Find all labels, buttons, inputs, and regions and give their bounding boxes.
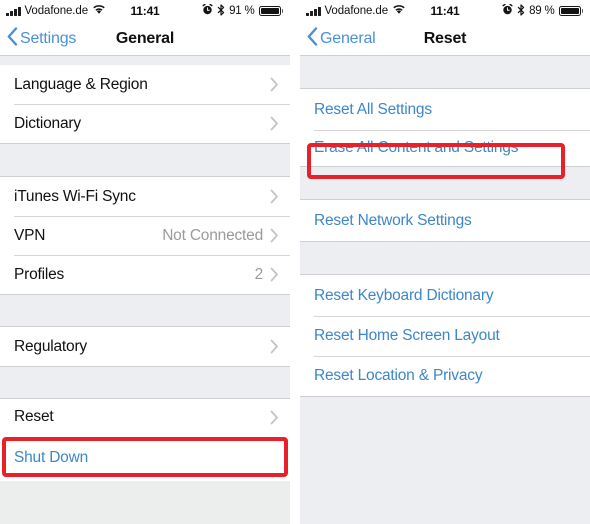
left-status-bar: Vodafone.de 11:41 91 % xyxy=(0,0,290,22)
battery-icon xyxy=(558,6,583,16)
row-language-and-region[interactable]: Language & Region xyxy=(0,65,290,104)
back-button-label: Settings xyxy=(20,29,77,47)
chevron-right-icon xyxy=(270,189,279,204)
settings-group-3: Regulatory xyxy=(0,327,290,366)
dual-screenshot-container: Vodafone.de 11:41 91 % Settings General … xyxy=(0,0,590,524)
wifi-icon xyxy=(392,4,406,18)
row-label: Reset Network Settings xyxy=(314,211,472,229)
row-vpn[interactable]: VPN Not Connected xyxy=(0,216,290,255)
right-reset-list[interactable]: Reset All Settings Erase All Content and… xyxy=(300,56,590,524)
status-bar-right: 91 % xyxy=(202,3,283,19)
signal-bars-icon xyxy=(6,6,21,16)
row-reset-home-screen-layout[interactable]: Reset Home Screen Layout xyxy=(300,316,590,356)
chevron-right-icon xyxy=(270,267,279,282)
group-separator xyxy=(0,366,290,399)
right-nav-bar: General Reset xyxy=(300,22,590,56)
row-erase-all-content-and-settings[interactable]: Erase All Content and Settings xyxy=(300,130,590,166)
row-label: Language & Region xyxy=(14,75,148,93)
group-separator xyxy=(300,241,590,275)
left-nav-bar: Settings General xyxy=(0,22,290,56)
row-reset-location-and-privacy[interactable]: Reset Location & Privacy xyxy=(300,356,590,396)
row-dictionary[interactable]: Dictionary xyxy=(0,104,290,143)
row-itunes-wifi-sync[interactable]: iTunes Wi-Fi Sync xyxy=(0,177,290,216)
row-label: Reset All Settings xyxy=(314,100,432,118)
row-reset-network-settings[interactable]: Reset Network Settings xyxy=(300,200,590,241)
row-label: Reset Home Screen Layout xyxy=(314,327,500,344)
row-label: VPN xyxy=(14,226,46,244)
chevron-right-icon xyxy=(270,410,279,425)
alarm-clock-icon xyxy=(502,3,513,18)
left-phone-screen: Vodafone.de 11:41 91 % Settings General … xyxy=(0,0,290,524)
reset-group-1: Reset All Settings Erase All Content and… xyxy=(300,89,590,166)
row-profiles[interactable]: Profiles 2 xyxy=(0,255,290,294)
row-label: Reset Location & Privacy xyxy=(314,367,483,384)
wifi-icon xyxy=(92,4,106,18)
row-label: Shut Down xyxy=(14,449,89,466)
status-bar-left: Vodafone.de xyxy=(306,4,406,18)
group-separator xyxy=(300,56,590,89)
row-label: Reset xyxy=(14,408,54,425)
back-button-general[interactable]: General xyxy=(300,26,376,51)
back-button-settings[interactable]: Settings xyxy=(0,26,77,51)
row-regulatory[interactable]: Regulatory xyxy=(0,327,290,366)
status-bar-left: Vodafone.de xyxy=(6,4,106,18)
settings-group-4: Reset xyxy=(0,399,290,435)
chevron-right-icon xyxy=(270,339,279,354)
carrier-label: Vodafone.de xyxy=(24,5,89,17)
group-separator xyxy=(0,143,290,177)
battery-percent-label: 89 % xyxy=(529,5,555,17)
group-separator xyxy=(300,166,590,200)
chevron-left-icon xyxy=(307,26,318,51)
group-separator xyxy=(0,294,290,327)
right-status-bar: Vodafone.de 11:41 89 % xyxy=(300,0,590,22)
row-label: Reset Keyboard Dictionary xyxy=(314,286,494,304)
reset-group-2: Reset Network Settings xyxy=(300,200,590,241)
row-value-vpn-status: Not Connected xyxy=(162,226,263,244)
chevron-left-icon xyxy=(7,26,18,51)
status-bar-right: 89 % xyxy=(502,3,583,19)
chevron-right-icon xyxy=(270,116,279,131)
screen-divider xyxy=(290,0,300,524)
chevron-right-icon xyxy=(270,228,279,243)
left-settings-list[interactable]: Language & Region Dictionary iTunes Wi-F… xyxy=(0,56,290,524)
row-reset-keyboard-dictionary[interactable]: Reset Keyboard Dictionary xyxy=(300,275,590,316)
battery-icon xyxy=(258,6,283,16)
settings-group-2: iTunes Wi-Fi Sync VPN Not Connected Prof… xyxy=(0,177,290,294)
chevron-right-icon xyxy=(270,77,279,92)
reset-group-3: Reset Keyboard Dictionary Reset Home Scr… xyxy=(300,275,590,396)
right-phone-screen: Vodafone.de 11:41 89 % General Reset Res… xyxy=(300,0,590,524)
row-label: Regulatory xyxy=(14,337,87,355)
bluetooth-icon xyxy=(217,3,225,19)
settings-group-5: Shut Down xyxy=(0,435,290,481)
settings-group-1: Language & Region Dictionary xyxy=(0,65,290,143)
alarm-clock-icon xyxy=(202,3,213,18)
row-value-profiles-count: 2 xyxy=(254,265,264,283)
row-label: Profiles xyxy=(14,265,65,283)
row-reset-all-settings[interactable]: Reset All Settings xyxy=(300,89,590,130)
row-reset[interactable]: Reset xyxy=(0,399,290,435)
signal-bars-icon xyxy=(306,6,321,16)
row-label: Erase All Content and Settings xyxy=(314,139,519,156)
bluetooth-icon xyxy=(517,3,525,19)
back-button-label: General xyxy=(320,29,376,47)
battery-percent-label: 91 % xyxy=(229,5,255,17)
row-label: Dictionary xyxy=(14,114,81,132)
carrier-label: Vodafone.de xyxy=(324,5,389,17)
row-label: iTunes Wi-Fi Sync xyxy=(14,187,136,205)
list-bottom-filler xyxy=(300,396,590,524)
row-shut-down[interactable]: Shut Down xyxy=(0,435,290,481)
